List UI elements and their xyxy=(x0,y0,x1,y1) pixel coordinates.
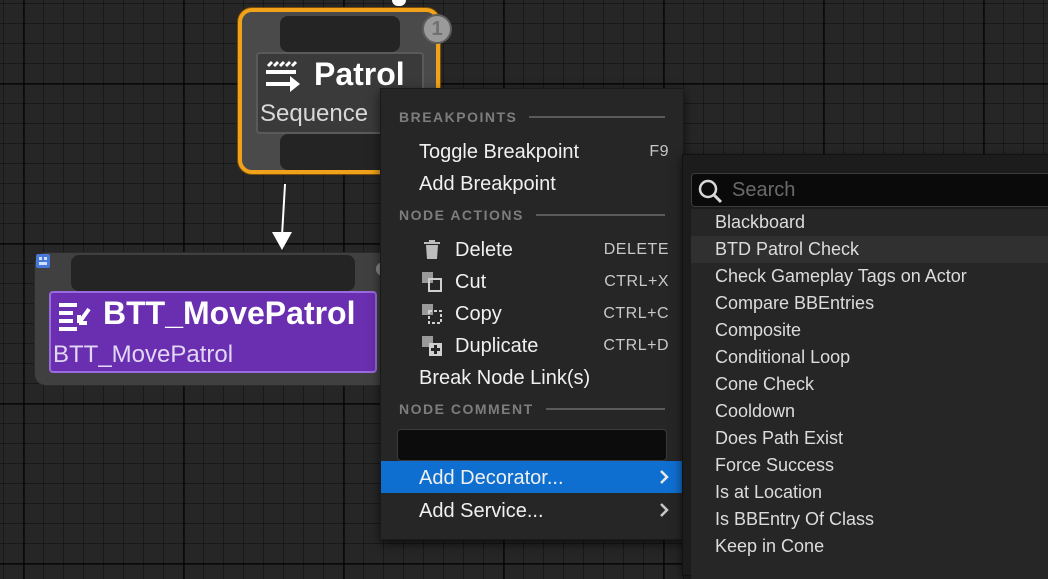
decorator-list-item-label: Check Gameplay Tags on Actor xyxy=(715,266,967,286)
decorator-list-item[interactable]: BTD Patrol Check xyxy=(691,236,1048,263)
decorator-slot[interactable] xyxy=(71,255,355,291)
section-header-node-actions: NODE ACTIONS xyxy=(399,207,665,223)
cut-item[interactable]: Cut CTRL+X xyxy=(381,265,683,297)
trash-icon xyxy=(424,240,440,259)
decorator-list-item[interactable]: Is BBEntry Of Class xyxy=(691,506,1048,533)
decorator-list-item-label: Is at Location xyxy=(715,482,823,502)
cut-icon xyxy=(422,272,442,292)
decorator-list: Blackboard BTD Patrol Check Check Gameplay… xyxy=(691,209,1048,579)
decorator-list-item-label: Does Path Exist xyxy=(715,428,844,448)
decorator-list-item[interactable]: Keep in Cone xyxy=(691,533,1048,560)
move-patrol-task-node[interactable]: BTT_MovePatrol BTT_MovePatrol xyxy=(34,252,396,386)
decorator-list-item-label: Composite xyxy=(715,320,802,340)
decorator-list-item-label: Compare BBEntries xyxy=(715,293,875,313)
sequence-icon xyxy=(266,60,300,92)
section-header-node-comment: NODE COMMENT xyxy=(399,401,665,417)
decorator-list-item-label: Is BBEntry Of Class xyxy=(715,509,875,529)
decorator-list-item[interactable]: Conditional Loop xyxy=(691,344,1048,371)
node-subtitle: Sequence xyxy=(260,100,369,127)
decorator-list-item[interactable]: Force Success xyxy=(691,452,1048,479)
decorator-list-item[interactable]: Check Gameplay Tags on Actor xyxy=(691,263,1048,290)
search-box[interactable] xyxy=(691,173,1048,207)
add-decorator-item[interactable]: Add Decorator... xyxy=(381,461,683,493)
decorator-list-item[interactable]: Cooldown xyxy=(691,398,1048,425)
decorator-list-item-label: Cone Check xyxy=(715,374,815,394)
decorator-list-item[interactable]: Does Path Exist xyxy=(691,425,1048,452)
decorator-list-item[interactable]: Compare BBEntries xyxy=(691,290,1048,317)
duplicate-icon xyxy=(422,336,442,356)
decorator-list-item-label: Blackboard xyxy=(715,212,806,232)
task-icon xyxy=(59,303,91,331)
execution-order-badge: 1 xyxy=(422,14,452,44)
decorator-list-item[interactable]: Is at Location xyxy=(691,479,1048,506)
copy-icon xyxy=(422,304,442,324)
copy-item[interactable]: Copy CTRL+C xyxy=(381,297,683,329)
break-node-links-item[interactable]: Break Node Link(s) xyxy=(381,361,683,393)
decorator-list-item[interactable]: Blackboard xyxy=(691,209,1048,236)
node-comment-input[interactable] xyxy=(397,429,667,461)
decorator-list-item-label: Conditional Loop xyxy=(715,347,851,367)
add-service-item[interactable]: Add Service... xyxy=(381,494,683,526)
section-header-breakpoints: BREAKPOINTS xyxy=(399,109,665,125)
toggle-breakpoint-item[interactable]: Toggle Breakpoint F9 xyxy=(381,135,683,167)
chevron-right-icon xyxy=(660,470,669,484)
task-node-body[interactable]: BTT_MovePatrol BTT_MovePatrol xyxy=(49,291,377,373)
decorator-list-item-label: Keep in Cone xyxy=(715,536,825,556)
decorator-list-item[interactable]: Cone Check xyxy=(691,371,1048,398)
decorator-list-item[interactable]: Composite xyxy=(691,317,1048,344)
chevron-right-icon xyxy=(660,503,669,517)
decorator-list-item-label: Cooldown xyxy=(715,401,796,421)
context-menu: BREAKPOINTS Toggle Breakpoint F9 Add Bre… xyxy=(380,88,684,540)
node-subtitle: BTT_MovePatrol xyxy=(53,341,234,368)
add-breakpoint-item[interactable]: Add Breakpoint xyxy=(381,167,683,199)
decorator-submenu: Blackboard BTD Patrol Check Check Gameplay… xyxy=(682,154,1048,579)
decorator-slot[interactable] xyxy=(280,16,400,52)
blueprint-icon xyxy=(36,254,50,268)
duplicate-item[interactable]: Duplicate CTRL+D xyxy=(381,329,683,361)
node-title: BTT_MovePatrol xyxy=(103,295,356,331)
decorator-list-item-label: BTD Patrol Check xyxy=(715,239,860,259)
search-icon xyxy=(698,179,723,204)
search-input[interactable] xyxy=(730,174,1048,206)
decorator-list-item-label: Force Success xyxy=(715,455,835,475)
delete-item[interactable]: Delete DELETE xyxy=(381,233,683,265)
